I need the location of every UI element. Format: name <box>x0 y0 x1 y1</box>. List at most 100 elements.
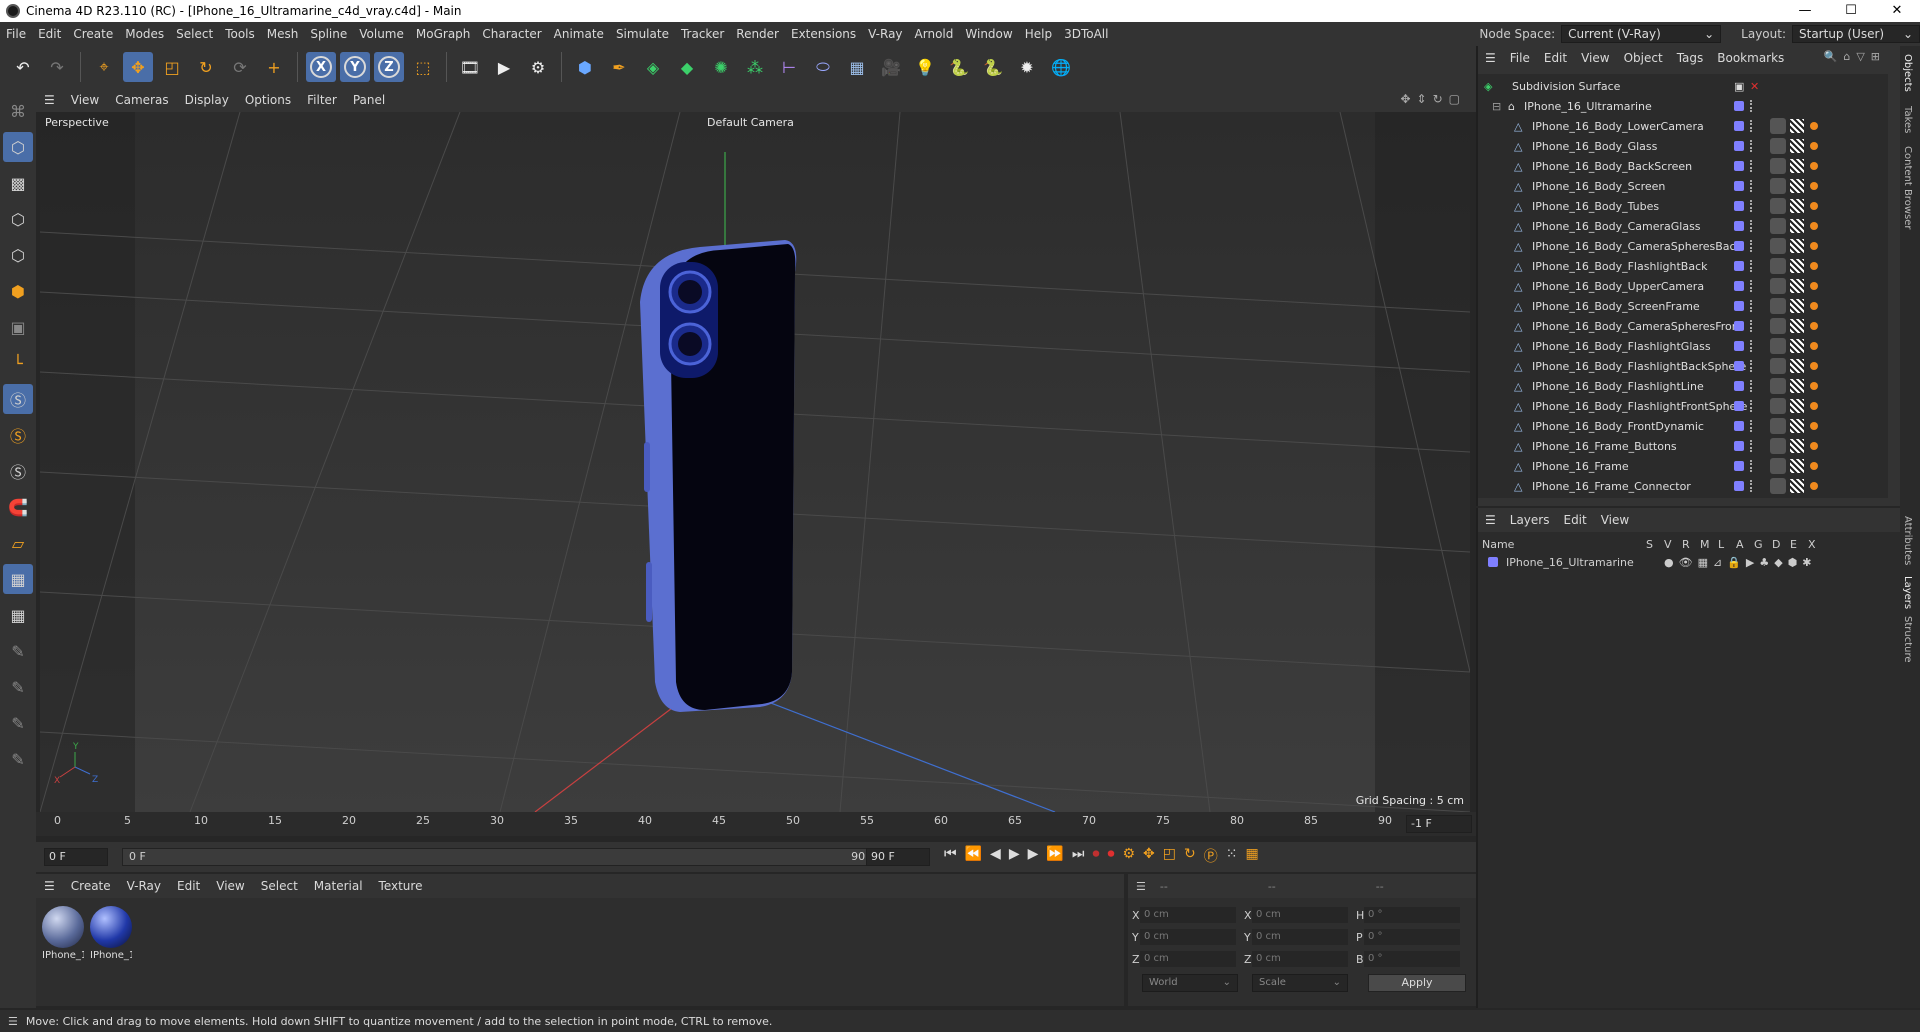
phong-tag-icon[interactable] <box>1810 382 1818 390</box>
object-row[interactable]: △ IPhone_16_Body_FlashlightGlass <box>1478 336 1888 356</box>
material-menu-texture[interactable]: Texture <box>371 879 431 893</box>
menu-file[interactable]: File <box>0 27 32 41</box>
node-space-dropdown[interactable]: Current (V-Ray) ⌄ <box>1561 25 1722 43</box>
layer-color-swatch[interactable] <box>1734 241 1744 251</box>
apply-button[interactable]: Apply <box>1368 974 1466 992</box>
object-row[interactable]: △ IPhone_16_Body_CameraSpheresFront <box>1478 316 1888 336</box>
tab-content-browser[interactable]: Content Browser <box>1902 146 1913 229</box>
visibility-dots[interactable] <box>1750 240 1756 252</box>
layer-color-swatch[interactable] <box>1734 161 1744 171</box>
layer-color-swatch[interactable] <box>1734 201 1744 211</box>
object-menu-object[interactable]: Object <box>1617 51 1670 65</box>
object-row[interactable]: △ IPhone_16_Body_Tubes <box>1478 196 1888 216</box>
visibility-dots[interactable] <box>1750 120 1756 132</box>
layer-color-swatch[interactable] <box>1734 281 1744 291</box>
checker-tag-icon[interactable] <box>1790 139 1804 153</box>
iphone-model[interactable] <box>640 240 797 712</box>
previous-frame-icon[interactable]: ◀ <box>990 846 1001 866</box>
visibility-dots[interactable] <box>1750 280 1756 292</box>
object-row[interactable]: △ IPhone_16_Body_Screen <box>1478 176 1888 196</box>
hamburger-menu-icon[interactable]: ☰ <box>36 93 63 107</box>
checker-tag-icon[interactable] <box>1790 119 1804 133</box>
object-row-subdivision[interactable]: ◈ Subdivision Surface ▣ ✕ <box>1478 76 1888 96</box>
rotation-p-field[interactable]: 0 ° <box>1364 929 1460 945</box>
layer-color-swatch[interactable] <box>1734 461 1744 471</box>
layer-color-swatch[interactable] <box>1734 441 1744 451</box>
menu-mesh[interactable]: Mesh <box>261 27 305 41</box>
object-row[interactable]: △ IPhone_16_Body_FlashlightLine <box>1478 376 1888 396</box>
visibility-dots[interactable] <box>1750 340 1756 352</box>
minimize-button[interactable]: — <box>1782 0 1828 22</box>
visibility-dots[interactable] <box>1750 220 1756 232</box>
viewport-menu-display[interactable]: Display <box>177 93 237 107</box>
layer-color-swatch[interactable] <box>1734 381 1744 391</box>
object-row-group[interactable]: ⊟ ⌂ IPhone_16_Ultramarine <box>1478 96 1888 116</box>
visibility-dots[interactable] <box>1750 460 1756 472</box>
checker-tag-icon[interactable] <box>1790 239 1804 253</box>
extrude-icon[interactable]: ◆ <box>672 52 702 82</box>
tab-objects[interactable]: Objects <box>1902 54 1913 92</box>
object-manager-toolbar-icons[interactable]: 🔍⌂▽⊞ <box>1824 50 1886 63</box>
layer-color-swatch[interactable] <box>1734 421 1744 431</box>
layer-menu-layers[interactable]: Layers <box>1503 513 1557 527</box>
render-region-icon[interactable]: 🎞 <box>455 52 485 82</box>
visibility-dots[interactable] <box>1750 480 1756 492</box>
object-row[interactable]: △ IPhone_16_Frame_Buttons <box>1478 436 1888 456</box>
visibility-dots[interactable] <box>1750 420 1756 432</box>
layer-color-swatch[interactable] <box>1734 481 1744 491</box>
material-menu-view[interactable]: View <box>208 879 252 893</box>
parameter-key-icon[interactable]: Ⓟ <box>1204 846 1218 866</box>
material-tag-icon[interactable] <box>1770 278 1786 294</box>
cube-icon[interactable]: ⬢ <box>570 52 600 82</box>
checker-tag-icon[interactable] <box>1790 459 1804 473</box>
phong-tag-icon[interactable] <box>1810 182 1818 190</box>
visibility-dots[interactable] <box>1750 140 1756 152</box>
layer-color-swatch[interactable] <box>1734 261 1744 271</box>
menu-animate[interactable]: Animate <box>548 27 610 41</box>
phong-tag-icon[interactable] <box>1810 322 1818 330</box>
locked-workplane-icon[interactable]: ▦ <box>3 600 33 630</box>
menu-render[interactable]: Render <box>730 27 785 41</box>
hamburger-menu-icon[interactable]: ☰ <box>1478 51 1503 65</box>
play-icon[interactable]: ▶ <box>1009 846 1020 866</box>
python-icon[interactable]: 🐍 <box>944 52 974 82</box>
mograph-cloner-icon[interactable]: ✺ <box>706 52 736 82</box>
visibility-dots[interactable] <box>1750 260 1756 272</box>
menu-spline[interactable]: Spline <box>304 27 353 41</box>
redo-icon[interactable]: ↷ <box>42 52 72 82</box>
phong-tag-icon[interactable] <box>1810 342 1818 350</box>
enable-cross-icon[interactable]: ✕ <box>1750 80 1759 93</box>
light-icon[interactable]: 💡 <box>910 52 940 82</box>
position-x-field[interactable]: 0 cm <box>1140 907 1236 923</box>
keyframe-selection-icon[interactable]: ⚙ <box>1122 846 1135 866</box>
object-row[interactable]: △ IPhone_16_Body_ScreenFrame <box>1478 296 1888 316</box>
position-y-field[interactable]: 0 cm <box>1140 929 1236 945</box>
scale-key-icon[interactable]: ◰ <box>1163 846 1176 866</box>
object-row[interactable]: △ IPhone_16_Body_UpperCamera <box>1478 276 1888 296</box>
menu-help[interactable]: Help <box>1019 27 1058 41</box>
visibility-dots[interactable] <box>1750 200 1756 212</box>
checker-tag-icon[interactable] <box>1790 259 1804 273</box>
model-mode-icon[interactable]: ⬡ <box>3 132 33 162</box>
checker-tag-icon[interactable] <box>1790 319 1804 333</box>
phong-tag-icon[interactable] <box>1810 442 1818 450</box>
end-frame-field[interactable]: 90 F <box>866 848 930 866</box>
visibility-dots[interactable] <box>1750 320 1756 332</box>
axis-mode-icon[interactable]: └ <box>3 348 33 378</box>
edit-check-icon[interactable]: ▣ <box>1734 80 1744 93</box>
render-view-icon[interactable]: ▶ <box>489 52 519 82</box>
checker-tag-icon[interactable] <box>1790 159 1804 173</box>
phong-tag-icon[interactable] <box>1810 362 1818 370</box>
recent-tool-icon[interactable]: ⟳ <box>225 52 255 82</box>
subdivision-icon[interactable]: ◈ <box>638 52 668 82</box>
layer-color-swatch[interactable] <box>1734 221 1744 231</box>
phong-tag-icon[interactable] <box>1810 142 1818 150</box>
object-row[interactable]: △ IPhone_16_Body_FlashlightFrontSphere <box>1478 396 1888 416</box>
size-y-field[interactable]: 0 cm <box>1252 929 1348 945</box>
menu-vray[interactable]: V-Ray <box>862 27 908 41</box>
coordinate-space-dropdown[interactable]: World ⌄ <box>1142 974 1238 992</box>
layer-row[interactable]: IPhone_16_Ultramarine ●👁▦⊿🔒▶♣◆⬢✱ <box>1478 553 1888 571</box>
magnet-icon[interactable]: 🧲 <box>3 492 33 522</box>
size-x-field[interactable]: 0 cm <box>1252 907 1348 923</box>
viewport-menu-cameras[interactable]: Cameras <box>107 93 176 107</box>
